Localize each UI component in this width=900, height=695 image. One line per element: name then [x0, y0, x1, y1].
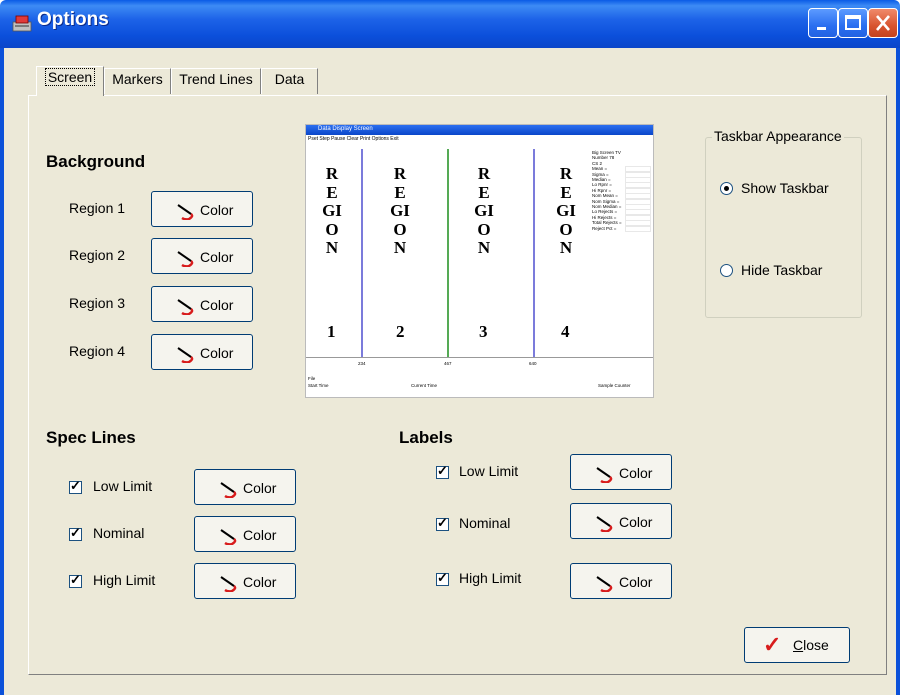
minimize-button[interactable]	[808, 8, 838, 38]
options-window: Options Screen Markers Trend Lines Data …	[0, 0, 900, 695]
tab-trend-lines[interactable]: Trend Lines	[171, 68, 261, 94]
region-3-label: Region 3	[69, 295, 126, 311]
maximize-icon	[845, 15, 861, 30]
pen-icon	[177, 251, 194, 267]
minimize-icon	[817, 27, 826, 30]
close-window-button[interactable]	[868, 8, 898, 38]
region-3-color-button[interactable]: Color	[151, 286, 253, 322]
region-1-color-button[interactable]: Color	[151, 191, 253, 227]
region-2-label: Region 2	[69, 247, 126, 263]
region-3-color-label: Color	[200, 297, 234, 313]
pen-icon	[177, 299, 194, 315]
region-4-color-label: Color	[200, 345, 234, 361]
region-4-color-button[interactable]: Color	[151, 334, 253, 370]
window-title: Options	[37, 9, 109, 30]
background-heading: Background	[46, 152, 146, 171]
tab-screen[interactable]: Screen	[36, 66, 104, 96]
tab-panel-screen	[28, 95, 887, 675]
region-2-color-label: Color	[200, 249, 234, 265]
pen-icon	[177, 347, 194, 363]
region-2-color-button[interactable]: Color	[151, 238, 253, 274]
title-bar[interactable]: Options	[0, 0, 900, 48]
maximize-button[interactable]	[838, 8, 868, 38]
spec-lines-heading: Spec Lines	[46, 428, 136, 447]
tab-markers[interactable]: Markers	[104, 68, 171, 94]
region-1-label: Region 1	[69, 200, 126, 216]
tab-screen-label: Screen	[44, 68, 96, 86]
close-icon	[876, 15, 890, 31]
region-1-color-label: Color	[200, 202, 234, 218]
region-4-label: Region 4	[69, 343, 126, 359]
pen-icon	[177, 204, 194, 220]
tab-data[interactable]: Data	[261, 68, 318, 94]
app-icon	[12, 15, 32, 32]
